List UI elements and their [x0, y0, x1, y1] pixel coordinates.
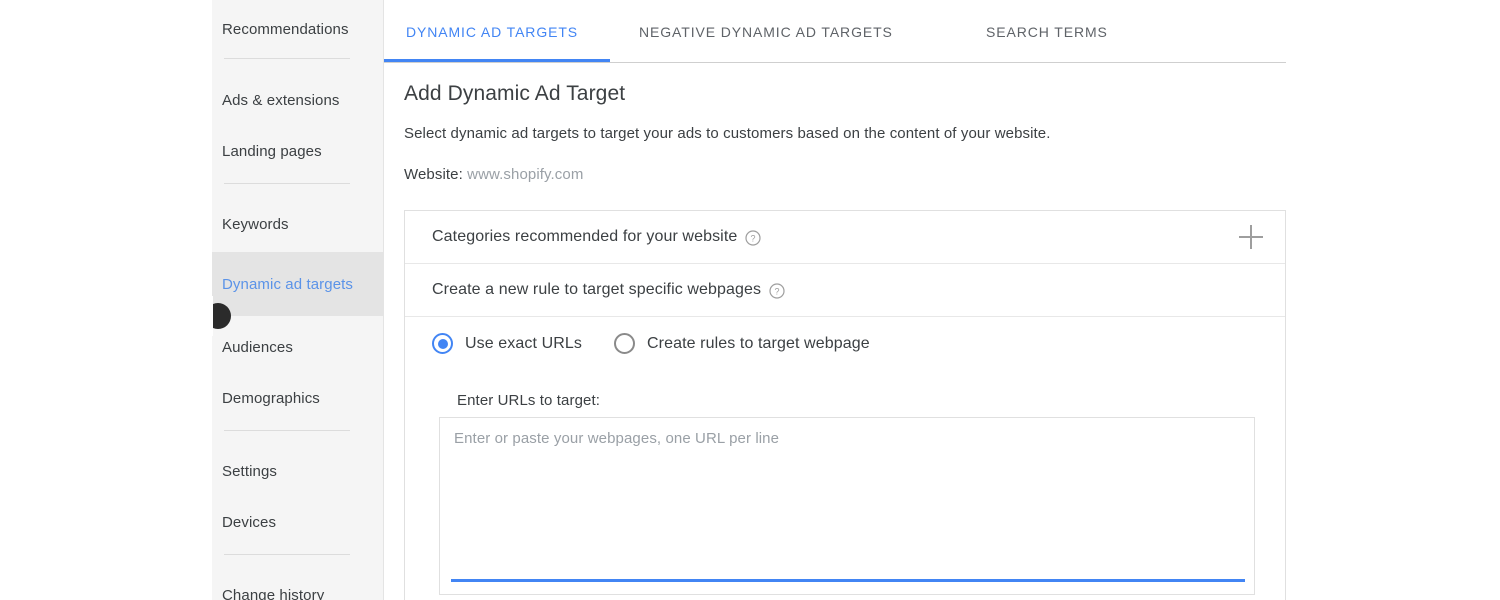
sidebar-item-keywords[interactable]: Keywords: [212, 205, 383, 243]
targeting-mode-radio-group: Use exact URLs Create rules to target we…: [432, 333, 902, 354]
radio-use-exact-urls[interactable]: Use exact URLs: [432, 333, 582, 354]
enter-urls-label: Enter URLs to target:: [457, 392, 600, 409]
sidebar-item-label: Settings: [222, 462, 277, 480]
sidebar-item-audiences[interactable]: Audiences: [212, 328, 383, 366]
sidebar-item-label: Audiences: [222, 338, 293, 356]
sidebar-item-label: Dynamic ad targets: [222, 275, 354, 293]
sidebar-divider: [224, 183, 350, 184]
sidebar-item-label: Demographics: [222, 389, 320, 407]
sidebar-item-settings[interactable]: Settings: [212, 452, 383, 490]
svg-text:?: ?: [775, 287, 780, 297]
plus-icon[interactable]: [1239, 225, 1263, 249]
sidebar-item-label: Devices: [222, 513, 277, 531]
radio-use-exact-urls-label: Use exact URLs: [465, 334, 582, 352]
sidebar-item-label: Recommendations: [222, 20, 349, 38]
page-description: Select dynamic ad targets to target your…: [404, 125, 1051, 142]
sidebar-item-recommendations[interactable]: Recommendations: [212, 10, 383, 48]
sidebar-item-change-history[interactable]: Change history: [212, 576, 383, 600]
sidebar-item-label: Change history: [222, 586, 325, 600]
urls-textarea[interactable]: [440, 418, 1254, 594]
website-value: www.shopify.com: [467, 166, 584, 183]
sidebar-item-dynamic-ad-targets[interactable]: Dynamic ad targets: [212, 252, 383, 316]
page-title: Add Dynamic Ad Target: [404, 82, 626, 105]
main-content-area: DYNAMIC AD TARGETS NEGATIVE DYNAMIC AD TA…: [384, 0, 1500, 600]
card-row-categories-recommended[interactable]: Categories recommended for your website …: [405, 211, 1285, 264]
dynamic-ad-target-card: Categories recommended for your website …: [404, 210, 1286, 600]
sidebar-divider: [224, 58, 350, 59]
sidebar-item-demographics[interactable]: Demographics: [212, 379, 383, 417]
card-row-create-new-rule[interactable]: Create a new rule to target specific web…: [405, 264, 1285, 317]
radio-create-rules-to-target-webpage[interactable]: Create rules to target webpage: [614, 333, 870, 354]
sidebar-item-landing-pages[interactable]: Landing pages: [212, 132, 383, 170]
radio-unselected-icon: [614, 333, 635, 354]
sidebar-divider: [224, 430, 350, 431]
left-navigation-sidebar: Recommendations Ads & extensions Landing p…: [212, 0, 384, 600]
sidebar-item-ads-extensions[interactable]: Ads & extensions: [212, 81, 383, 119]
urls-textarea-container: [439, 417, 1255, 595]
tab-negative-dynamic-ad-targets[interactable]: NEGATIVE DYNAMIC AD TARGETS: [639, 24, 893, 40]
website-row: Website: www.shopify.com: [404, 166, 583, 183]
help-circle-icon[interactable]: ?: [769, 283, 785, 299]
tab-bar: DYNAMIC AD TARGETS NEGATIVE DYNAMIC AD TA…: [384, 0, 1286, 63]
sidebar-handle-mask: [0, 296, 213, 336]
sidebar-divider: [224, 554, 350, 555]
radio-create-rules-label: Create rules to target webpage: [647, 334, 870, 352]
website-label: Website:: [404, 166, 463, 183]
sidebar-item-label: Landing pages: [222, 142, 322, 160]
tab-dynamic-ad-targets[interactable]: DYNAMIC AD TARGETS: [406, 24, 578, 40]
sidebar-item-devices[interactable]: Devices: [212, 503, 383, 541]
card-row-categories-label: Categories recommended for your website: [432, 228, 738, 245]
card-row-create-rule-label: Create a new rule to target specific web…: [432, 281, 762, 298]
help-circle-icon[interactable]: ?: [745, 230, 761, 246]
sidebar-item-label: Ads & extensions: [222, 91, 340, 109]
app-root: Recommendations Ads & extensions Landing p…: [0, 0, 1500, 600]
tab-search-terms[interactable]: SEARCH TERMS: [986, 24, 1108, 40]
svg-text:?: ?: [751, 234, 756, 244]
active-tab-underline: [384, 59, 610, 62]
sidebar-item-label: Keywords: [222, 215, 289, 233]
urls-textarea-focus-underline: [451, 579, 1245, 582]
radio-selected-icon: [432, 333, 453, 354]
